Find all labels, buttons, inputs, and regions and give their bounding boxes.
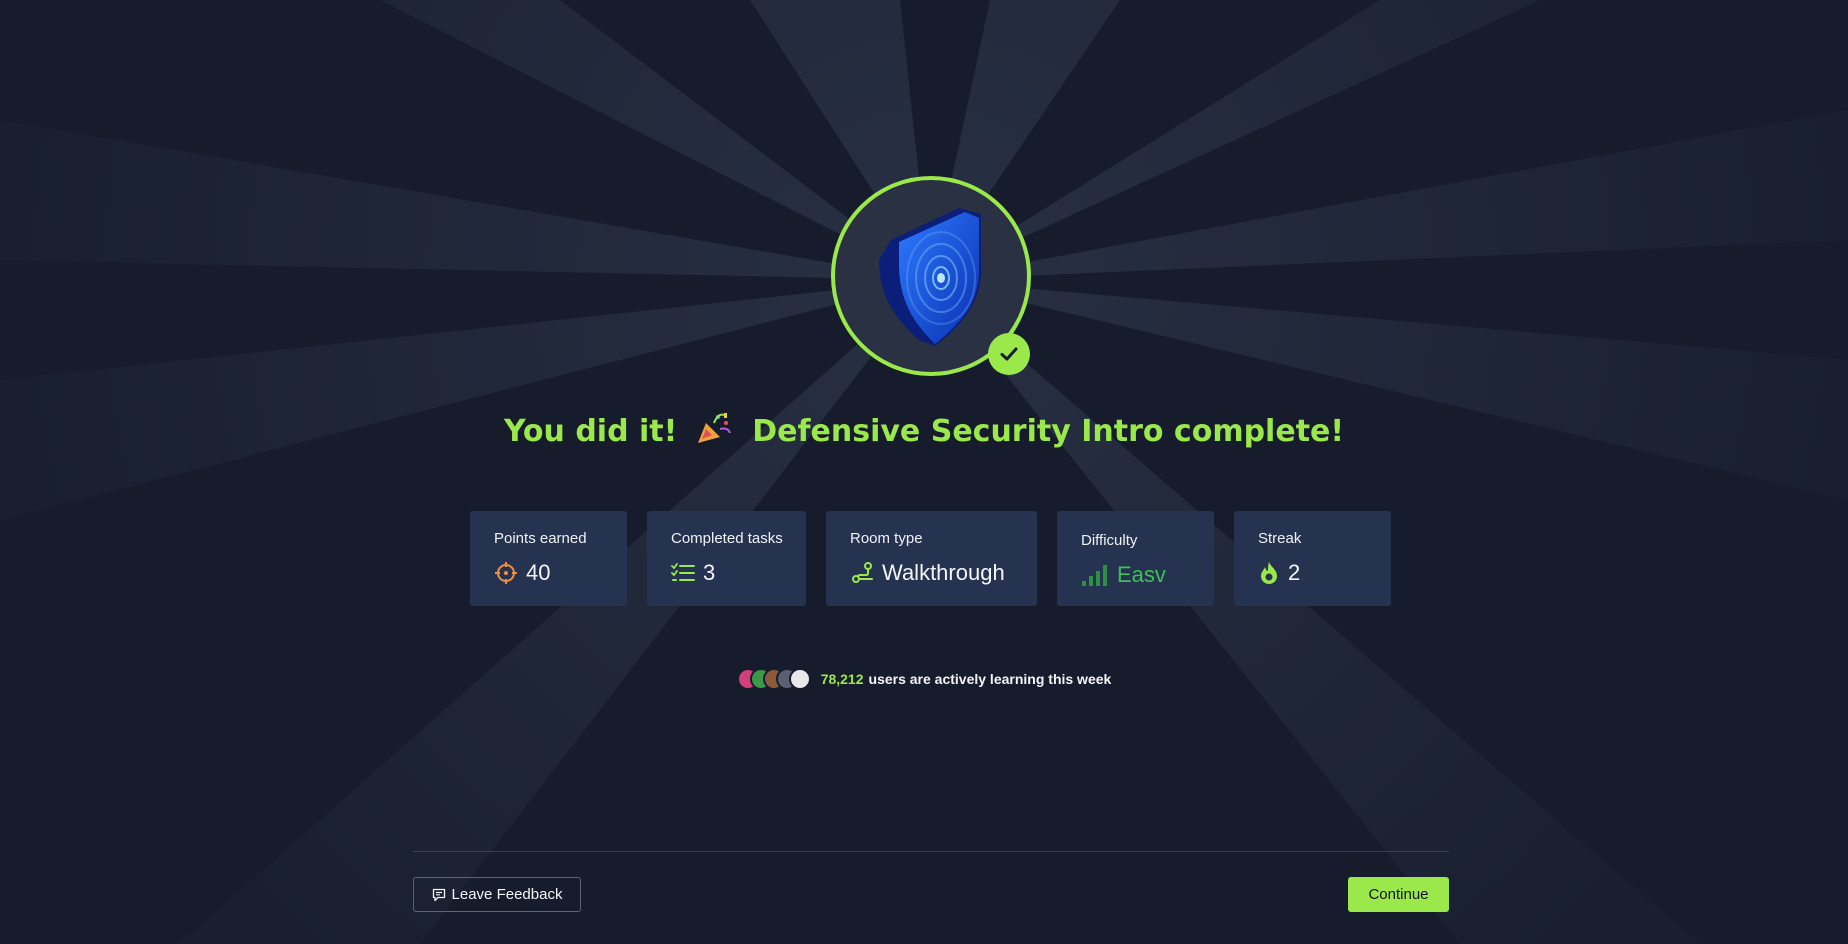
continue-label: Continue xyxy=(1368,886,1429,903)
target-icon xyxy=(495,562,517,584)
stat-value-difficulty: Easv xyxy=(1117,562,1166,587)
continue-button[interactable]: Continue xyxy=(1348,877,1449,912)
active-users-count: 78,212 xyxy=(820,671,864,687)
avatar-stack xyxy=(736,668,811,690)
stats-row: Points earned 40 Completed tasks 3 Room … xyxy=(0,511,1848,606)
completion-headline: You did it! Defensive Security Intro com… xyxy=(0,411,1848,449)
stat-card-room-type: Room type Walkthrough xyxy=(826,511,1037,606)
active-users-text: users are actively learning this week xyxy=(868,671,1112,687)
route-icon xyxy=(852,562,873,583)
feedback-icon xyxy=(432,888,445,901)
stat-label-tasks: Completed tasks xyxy=(671,530,783,547)
party-popper-icon xyxy=(697,413,731,443)
completed-check-icon xyxy=(988,333,1030,375)
completion-screen: You did it! Defensive Security Intro com… xyxy=(0,0,1848,944)
stat-label-points: Points earned xyxy=(494,530,587,547)
background-rays xyxy=(0,0,1848,944)
stat-value-streak: 2 xyxy=(1288,560,1301,585)
stat-value-points: 40 xyxy=(526,560,551,585)
stat-card-points: Points earned 40 xyxy=(470,511,627,606)
signal-bars-icon xyxy=(1082,565,1107,586)
stat-value-room-type: Walkthrough xyxy=(882,560,1005,585)
headline-prefix: You did it! xyxy=(503,414,678,449)
stat-value-tasks: 3 xyxy=(703,560,716,585)
stat-card-streak: Streak 2 xyxy=(1234,511,1391,606)
checklist-icon xyxy=(671,563,695,581)
leave-feedback-button[interactable]: Leave Feedback xyxy=(413,877,581,912)
flame-icon xyxy=(1261,562,1277,584)
leave-feedback-label: Leave Feedback xyxy=(451,886,563,903)
avatar xyxy=(788,668,811,690)
stat-card-tasks: Completed tasks 3 xyxy=(647,511,806,606)
headline-suffix: Defensive Security Intro complete! xyxy=(752,414,1345,449)
stat-card-difficulty: Difficulty Easv xyxy=(1057,511,1214,606)
stat-label-room-type: Room type xyxy=(850,530,923,547)
shield-icon xyxy=(879,208,981,346)
room-badge xyxy=(831,176,1031,376)
stat-label-streak: Streak xyxy=(1258,530,1302,547)
stat-label-difficulty: Difficulty xyxy=(1081,532,1138,549)
community-stat: 78,212 users are actively learning this … xyxy=(0,668,1848,690)
footer-divider xyxy=(413,851,1449,852)
